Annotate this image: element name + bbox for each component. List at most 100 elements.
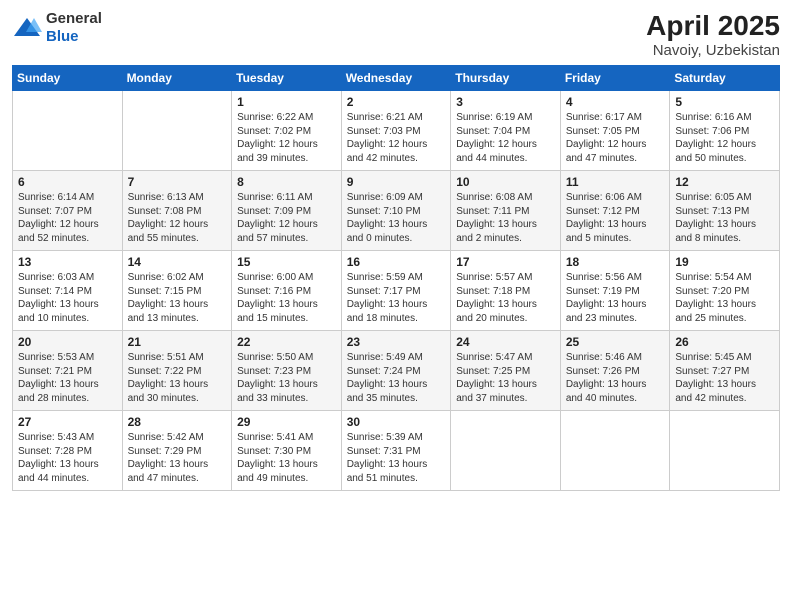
day-cell: 25 Sunrise: 5:46 AM Sunset: 7:26 PM Dayli…: [560, 331, 670, 411]
day-info: Sunrise: 6:17 AM Sunset: 7:05 PM Dayligh…: [566, 111, 665, 165]
day-cell: 19 Sunrise: 5:54 AM Sunset: 7:20 PM Dayli…: [670, 251, 780, 331]
day-info: Sunrise: 5:47 AM Sunset: 7:25 PM Dayligh…: [456, 351, 555, 405]
month-title: April 2025: [646, 10, 780, 42]
day-cell: 5 Sunrise: 6:16 AM Sunset: 7:06 PM Daylig…: [670, 91, 780, 171]
day-number: 19: [675, 255, 774, 269]
day-info: Sunrise: 6:22 AM Sunset: 7:02 PM Dayligh…: [237, 111, 336, 165]
day-cell: [13, 91, 123, 171]
logo-text: General Blue: [46, 10, 102, 46]
logo-icon: [12, 16, 42, 40]
day-info: Sunrise: 5:53 AM Sunset: 7:21 PM Dayligh…: [18, 351, 117, 405]
day-info: Sunrise: 5:46 AM Sunset: 7:26 PM Dayligh…: [566, 351, 665, 405]
day-number: 17: [456, 255, 555, 269]
day-number: 27: [18, 415, 117, 429]
day-cell: 17 Sunrise: 5:57 AM Sunset: 7:18 PM Dayli…: [451, 251, 561, 331]
day-number: 30: [347, 415, 446, 429]
day-cell: 28 Sunrise: 5:42 AM Sunset: 7:29 PM Dayli…: [122, 411, 232, 491]
day-cell: [670, 411, 780, 491]
week-row-2: 6Sunrise: 6:14 AM Sunset: 7:07 PM Daylig…: [13, 171, 780, 251]
day-cell: [451, 411, 561, 491]
day-number: 11: [566, 175, 665, 189]
weekday-header-saturday: Saturday: [670, 66, 780, 91]
day-number: 29: [237, 415, 336, 429]
day-cell: 30 Sunrise: 5:39 AM Sunset: 7:31 PM Dayli…: [341, 411, 451, 491]
day-info: Sunrise: 6:11 AM Sunset: 7:09 PM Dayligh…: [237, 191, 336, 245]
day-number: 20: [18, 335, 117, 349]
day-cell: 18 Sunrise: 5:56 AM Sunset: 7:19 PM Dayli…: [560, 251, 670, 331]
day-info: Sunrise: 6:14 AM Sunset: 7:07 PM Dayligh…: [18, 191, 117, 245]
day-cell: 16Sunrise: 5:59 AM Sunset: 7:17 PM Dayli…: [341, 251, 451, 331]
day-number: 22: [237, 335, 336, 349]
day-number: 25: [566, 335, 665, 349]
day-cell: 9 Sunrise: 6:09 AM Sunset: 7:10 PM Daylig…: [341, 171, 451, 251]
day-number: 26: [675, 335, 774, 349]
weekday-header-thursday: Thursday: [451, 66, 561, 91]
weekday-header-tuesday: Tuesday: [232, 66, 342, 91]
day-info: Sunrise: 5:51 AM Sunset: 7:22 PM Dayligh…: [128, 351, 227, 405]
day-info: Sunrise: 5:39 AM Sunset: 7:31 PM Dayligh…: [347, 431, 446, 485]
day-number: 15: [237, 255, 336, 269]
day-info: Sunrise: 5:50 AM Sunset: 7:23 PM Dayligh…: [237, 351, 336, 405]
day-info: Sunrise: 6:09 AM Sunset: 7:10 PM Dayligh…: [347, 191, 446, 245]
day-cell: 8 Sunrise: 6:11 AM Sunset: 7:09 PM Daylig…: [232, 171, 342, 251]
week-row-3: 13Sunrise: 6:03 AM Sunset: 7:14 PM Dayli…: [13, 251, 780, 331]
day-cell: 12Sunrise: 6:05 AM Sunset: 7:13 PM Dayli…: [670, 171, 780, 251]
day-cell: 13Sunrise: 6:03 AM Sunset: 7:14 PM Dayli…: [13, 251, 123, 331]
day-number: 16: [347, 255, 446, 269]
logo: General Blue: [12, 10, 102, 46]
day-cell: 26 Sunrise: 5:45 AM Sunset: 7:27 PM Dayli…: [670, 331, 780, 411]
weekday-row: SundayMondayTuesdayWednesdayThursdayFrid…: [13, 66, 780, 91]
day-cell: 7 Sunrise: 6:13 AM Sunset: 7:08 PM Daylig…: [122, 171, 232, 251]
day-number: 14: [128, 255, 227, 269]
day-cell: 15Sunrise: 6:00 AM Sunset: 7:16 PM Dayli…: [232, 251, 342, 331]
day-info: Sunrise: 5:54 AM Sunset: 7:20 PM Dayligh…: [675, 271, 774, 325]
day-number: 9: [347, 175, 446, 189]
day-info: Sunrise: 6:19 AM Sunset: 7:04 PM Dayligh…: [456, 111, 555, 165]
day-cell: 4 Sunrise: 6:17 AM Sunset: 7:05 PM Daylig…: [560, 91, 670, 171]
day-cell: 22 Sunrise: 5:50 AM Sunset: 7:23 PM Dayli…: [232, 331, 342, 411]
day-info: Sunrise: 5:41 AM Sunset: 7:30 PM Dayligh…: [237, 431, 336, 485]
week-row-5: 27 Sunrise: 5:43 AM Sunset: 7:28 PM Dayli…: [13, 411, 780, 491]
day-cell: 27 Sunrise: 5:43 AM Sunset: 7:28 PM Dayli…: [13, 411, 123, 491]
weekday-header-wednesday: Wednesday: [341, 66, 451, 91]
day-number: 23: [347, 335, 446, 349]
calendar-body: 1 Sunrise: 6:22 AM Sunset: 7:02 PM Daylig…: [13, 91, 780, 491]
logo-general: General: [46, 10, 102, 27]
day-number: 28: [128, 415, 227, 429]
weekday-header-sunday: Sunday: [13, 66, 123, 91]
day-info: Sunrise: 5:43 AM Sunset: 7:28 PM Dayligh…: [18, 431, 117, 485]
day-number: 24: [456, 335, 555, 349]
day-cell: 11 Sunrise: 6:06 AM Sunset: 7:12 PM Dayli…: [560, 171, 670, 251]
day-number: 8: [237, 175, 336, 189]
day-info: Sunrise: 6:13 AM Sunset: 7:08 PM Dayligh…: [128, 191, 227, 245]
day-number: 10: [456, 175, 555, 189]
weekday-header-monday: Monday: [122, 66, 232, 91]
day-info: Sunrise: 6:16 AM Sunset: 7:06 PM Dayligh…: [675, 111, 774, 165]
day-number: 12: [675, 175, 774, 189]
day-info: Sunrise: 5:42 AM Sunset: 7:29 PM Dayligh…: [128, 431, 227, 485]
day-info: Sunrise: 5:57 AM Sunset: 7:18 PM Dayligh…: [456, 271, 555, 325]
day-cell: 10 Sunrise: 6:08 AM Sunset: 7:11 PM Dayli…: [451, 171, 561, 251]
day-number: 1: [237, 95, 336, 109]
day-info: Sunrise: 5:49 AM Sunset: 7:24 PM Dayligh…: [347, 351, 446, 405]
day-number: 7: [128, 175, 227, 189]
day-info: Sunrise: 6:06 AM Sunset: 7:12 PM Dayligh…: [566, 191, 665, 245]
day-number: 13: [18, 255, 117, 269]
page-container: General Blue April 2025 Navoiy, Uzbekist…: [0, 0, 792, 499]
day-number: 5: [675, 95, 774, 109]
day-cell: 29 Sunrise: 5:41 AM Sunset: 7:30 PM Dayli…: [232, 411, 342, 491]
day-info: Sunrise: 6:08 AM Sunset: 7:11 PM Dayligh…: [456, 191, 555, 245]
day-cell: 1 Sunrise: 6:22 AM Sunset: 7:02 PM Daylig…: [232, 91, 342, 171]
day-number: 4: [566, 95, 665, 109]
day-number: 3: [456, 95, 555, 109]
logo-blue: Blue: [46, 28, 79, 45]
day-info: Sunrise: 5:45 AM Sunset: 7:27 PM Dayligh…: [675, 351, 774, 405]
day-cell: [122, 91, 232, 171]
weekday-header-friday: Friday: [560, 66, 670, 91]
header: General Blue April 2025 Navoiy, Uzbekist…: [12, 10, 780, 59]
day-cell: [560, 411, 670, 491]
day-number: 18: [566, 255, 665, 269]
day-info: Sunrise: 5:56 AM Sunset: 7:19 PM Dayligh…: [566, 271, 665, 325]
day-info: Sunrise: 6:21 AM Sunset: 7:03 PM Dayligh…: [347, 111, 446, 165]
day-number: 21: [128, 335, 227, 349]
